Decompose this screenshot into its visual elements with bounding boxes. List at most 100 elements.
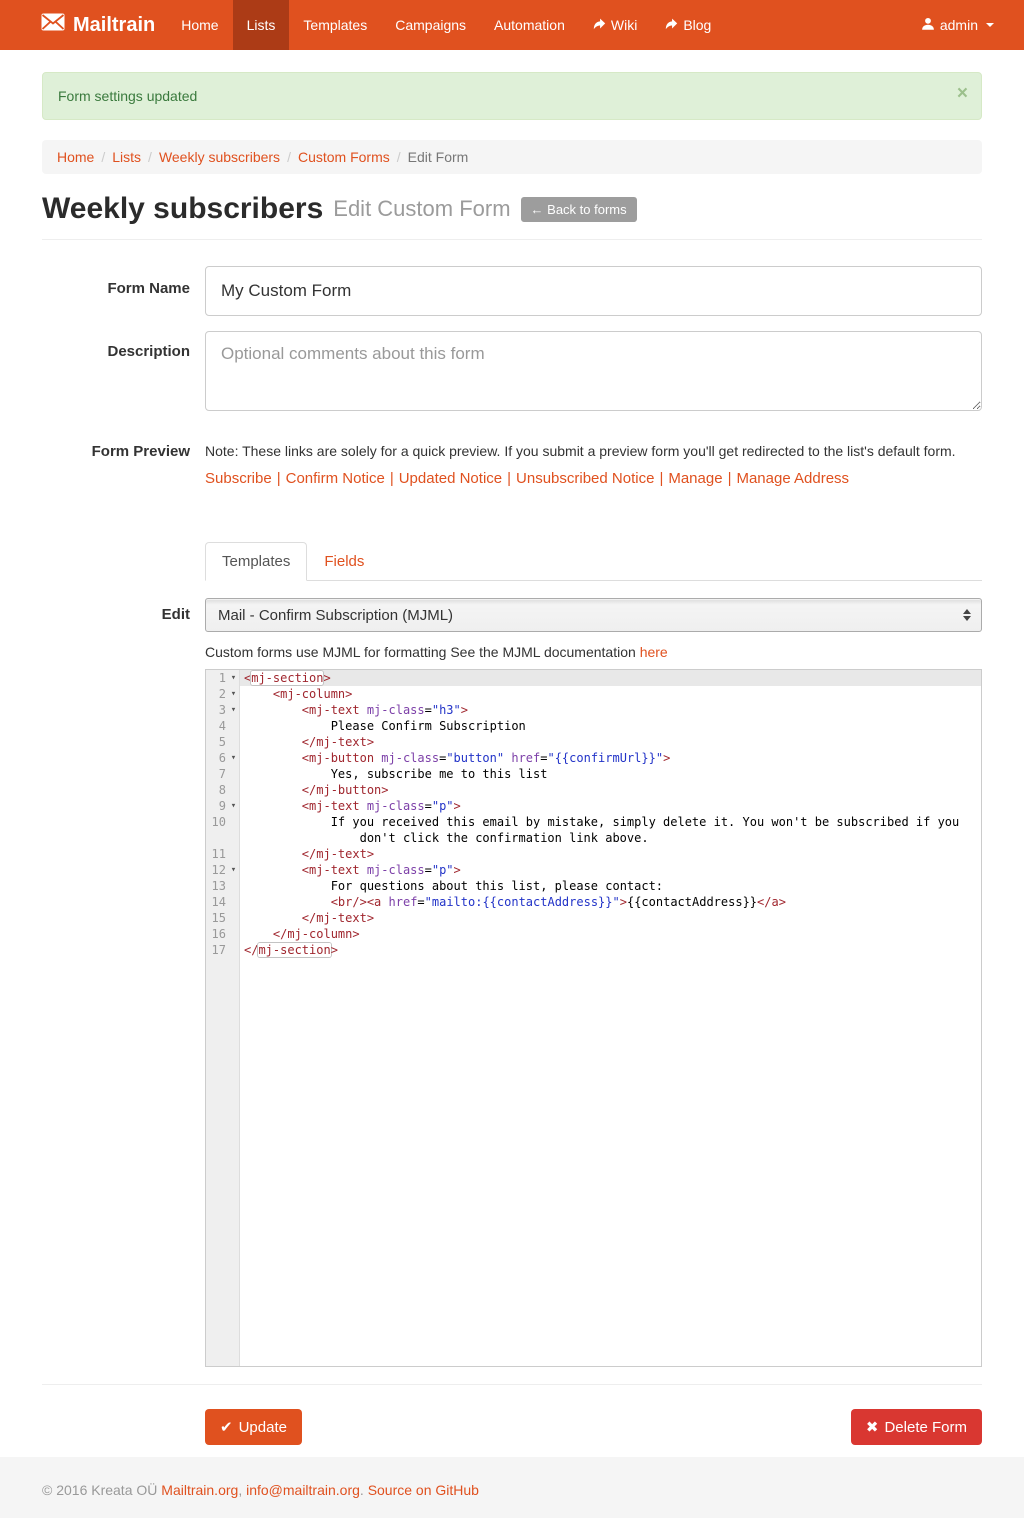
fold-icon[interactable]: ▾ xyxy=(228,750,239,766)
tab-templates[interactable]: Templates xyxy=(205,542,307,581)
footer-link-github[interactable]: Source on GitHub xyxy=(368,1482,479,1498)
back-arrow-icon: ← xyxy=(531,202,544,217)
mjml-docs-link[interactable]: here xyxy=(640,644,668,660)
back-to-forms-button[interactable]: ← Back to forms xyxy=(521,197,637,222)
breadcrumb-list-name[interactable]: Weekly subscribers xyxy=(159,149,280,165)
breadcrumb-separator: / xyxy=(141,149,159,165)
description-textarea[interactable] xyxy=(205,331,982,411)
close-icon[interactable]: × xyxy=(957,84,968,103)
page-title: Weekly subscribers xyxy=(42,192,323,226)
line-gutter: 7 xyxy=(206,766,240,782)
line-gutter: 10 xyxy=(206,814,240,846)
code-text[interactable]: <mj-text mj-class="p"> xyxy=(240,798,981,814)
code-line[interactable]: 2▾<mj-column> xyxy=(206,686,981,702)
code-line[interactable]: 14<br/><a href="mailto:{{contactAddress}… xyxy=(206,894,981,910)
code-line[interactable]: 15 </mj-text> xyxy=(206,910,981,926)
breadcrumb-home[interactable]: Home xyxy=(57,149,94,165)
code-text[interactable]: <mj-section> xyxy=(240,670,981,686)
breadcrumb-current: Edit Form xyxy=(408,149,469,165)
code-line[interactable]: 5</mj-text> xyxy=(206,734,981,750)
template-select[interactable]: Mail - Confirm Subscription (MJML) xyxy=(205,598,982,632)
breadcrumb-custom-forms[interactable]: Custom Forms xyxy=(298,149,390,165)
code-editor[interactable]: 1▾<mj-section>2▾<mj-column>3▾<mj-text mj… xyxy=(205,669,982,1367)
code-line[interactable]: 13For questions about this list, please … xyxy=(206,878,981,894)
code-text[interactable]: For questions about this list, please co… xyxy=(240,878,981,894)
code-line[interactable]: 3▾<mj-text mj-class="h3"> xyxy=(206,702,981,718)
editor-empty-area[interactable] xyxy=(206,958,981,1366)
line-gutter: 13 xyxy=(206,878,240,894)
fold-icon[interactable]: ▾ xyxy=(228,686,239,702)
footer-link-mailtrain[interactable]: Mailtrain.org xyxy=(161,1482,238,1498)
line-gutter: 6▾ xyxy=(206,750,240,766)
header-divider xyxy=(42,239,982,240)
code-line[interactable]: 7Yes, subscribe me to this list xyxy=(206,766,981,782)
line-number: 2 xyxy=(206,686,228,702)
share-icon xyxy=(593,17,606,33)
preview-link-subscribe[interactable]: Subscribe xyxy=(205,470,272,487)
code-line[interactable]: 17</mj-section> xyxy=(206,942,981,958)
code-text[interactable]: If you received this email by mistake, s… xyxy=(240,814,981,846)
code-text[interactable]: <mj-text mj-class="p"> xyxy=(240,862,981,878)
tab-fields[interactable]: Fields xyxy=(307,542,381,581)
line-gutter: 1▾ xyxy=(206,670,240,686)
form-name-input[interactable] xyxy=(205,266,982,316)
alert-message: Form settings updated xyxy=(58,88,197,104)
fold-icon[interactable]: ▾ xyxy=(228,670,239,686)
code-text[interactable]: Please Confirm Subscription xyxy=(240,718,981,734)
fold-icon[interactable]: ▾ xyxy=(228,702,239,718)
line-number: 15 xyxy=(206,910,228,926)
cross-icon: ✖ xyxy=(866,1418,879,1436)
code-line[interactable]: 10If you received this email by mistake,… xyxy=(206,814,981,846)
line-gutter: 9▾ xyxy=(206,798,240,814)
code-line[interactable]: 16</mj-column> xyxy=(206,926,981,942)
code-text[interactable]: <mj-button mj-class="button" href="{{con… xyxy=(240,750,981,766)
footer-link-email[interactable]: info@mailtrain.org xyxy=(246,1482,360,1498)
code-text[interactable]: Yes, subscribe me to this list xyxy=(240,766,981,782)
preview-link-manage-address[interactable]: Manage Address xyxy=(736,470,849,487)
delete-form-button[interactable]: ✖Delete Form xyxy=(851,1409,982,1445)
share-icon xyxy=(665,17,678,33)
pipe-separator: | xyxy=(385,470,399,487)
nav-item-campaigns: Campaigns xyxy=(381,0,480,50)
preview-link-updated-notice[interactable]: Updated Notice xyxy=(399,470,502,487)
code-text[interactable]: <mj-text mj-class="h3"> xyxy=(240,702,981,718)
preview-link-manage[interactable]: Manage xyxy=(668,470,722,487)
user-menu[interactable]: admin xyxy=(921,17,994,34)
description-label: Description xyxy=(42,331,190,416)
code-text[interactable]: </mj-text> xyxy=(240,734,981,750)
code-line[interactable]: 11</mj-text> xyxy=(206,846,981,862)
select-arrows-icon xyxy=(963,609,971,621)
line-gutter: 15 xyxy=(206,910,240,926)
breadcrumb-separator: / xyxy=(390,149,408,165)
check-icon: ✔ xyxy=(220,1418,233,1436)
line-gutter: 14 xyxy=(206,894,240,910)
code-text[interactable]: </mj-button> xyxy=(240,782,981,798)
page-footer: © 2016 Kreata OÜ Mailtrain.org, info@mai… xyxy=(0,1457,1024,1518)
brand-link[interactable]: Mailtrain xyxy=(41,0,155,50)
breadcrumb-lists[interactable]: Lists xyxy=(112,149,141,165)
fold-icon[interactable]: ▾ xyxy=(228,862,239,878)
update-button[interactable]: ✔Update xyxy=(205,1409,302,1445)
code-text[interactable]: </mj-text> xyxy=(240,910,981,926)
page-subtitle: Edit Custom Form xyxy=(333,196,510,222)
preview-link-unsubscribed-notice[interactable]: Unsubscribed Notice xyxy=(516,470,654,487)
code-line[interactable]: 6▾<mj-button mj-class="button" href="{{c… xyxy=(206,750,981,766)
footer-divider xyxy=(42,1384,982,1385)
code-line[interactable]: 12▾<mj-text mj-class="p"> xyxy=(206,862,981,878)
code-text[interactable]: </mj-text> xyxy=(240,846,981,862)
code-line[interactable]: 8</mj-button> xyxy=(206,782,981,798)
code-text[interactable]: <br/><a href="mailto:{{contactAddress}}"… xyxy=(240,894,981,910)
code-text[interactable]: </mj-section> xyxy=(240,942,981,958)
code-line[interactable]: 4Please Confirm Subscription xyxy=(206,718,981,734)
code-text[interactable]: </mj-column> xyxy=(240,926,981,942)
preview-link-confirm-notice[interactable]: Confirm Notice xyxy=(286,470,385,487)
code-line[interactable]: 1▾<mj-section> xyxy=(206,670,981,686)
code-text[interactable]: <mj-column> xyxy=(240,686,981,702)
nav-item-automation: Automation xyxy=(480,0,579,50)
fold-icon[interactable]: ▾ xyxy=(228,798,239,814)
nav-menu: Home Lists Templates Campaigns Automatio… xyxy=(167,0,725,50)
tab-bar: Templates Fields xyxy=(205,542,982,581)
code-line[interactable]: 9▾<mj-text mj-class="p"> xyxy=(206,798,981,814)
edit-label: Edit xyxy=(42,598,190,632)
form-preview-label: Form Preview xyxy=(42,443,190,487)
